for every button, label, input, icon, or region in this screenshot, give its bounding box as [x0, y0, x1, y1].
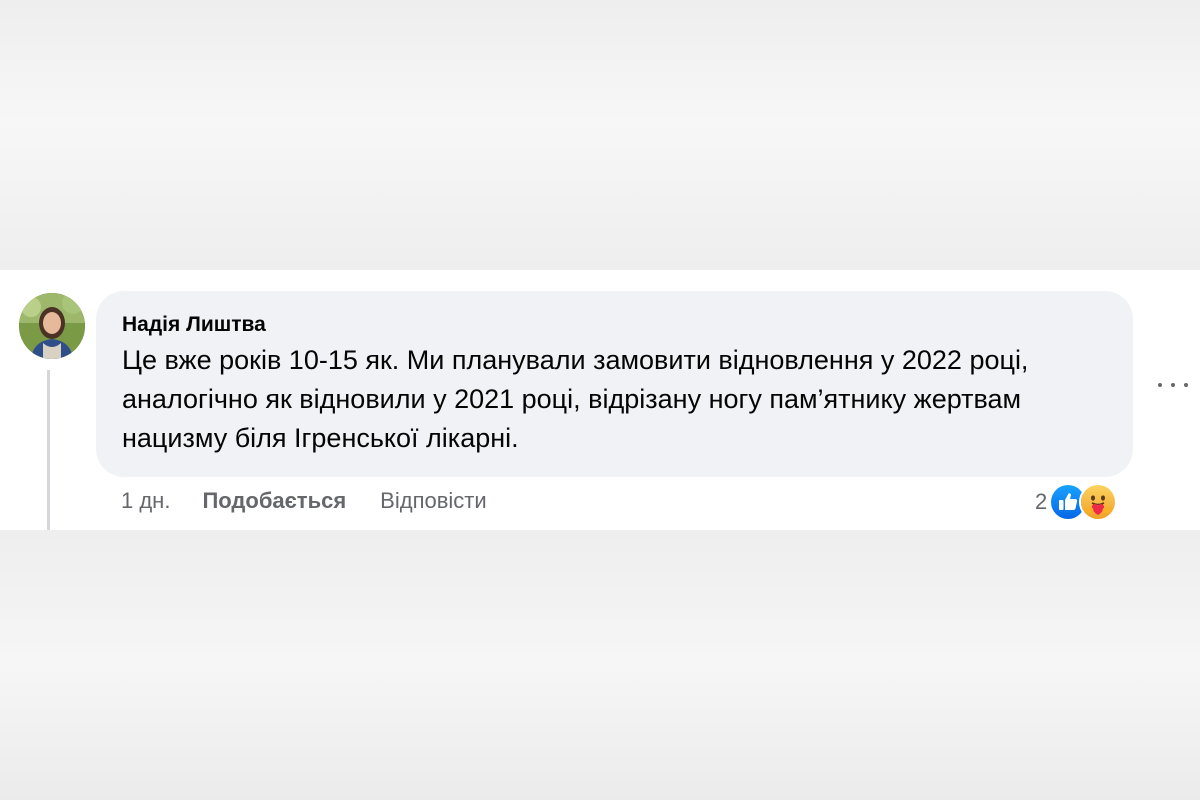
background-top: [0, 0, 1200, 270]
comment-timestamp[interactable]: 1 дн.: [121, 488, 170, 514]
comment-actions: 1 дн. Подобається Відповісти: [121, 488, 487, 514]
avatar[interactable]: [19, 293, 85, 359]
care-icon: [1079, 483, 1118, 521]
more-dot: [1158, 383, 1162, 387]
more-dot: [1171, 383, 1175, 387]
reply-button[interactable]: Відповісти: [380, 488, 487, 514]
more-dot: [1184, 383, 1188, 387]
comment-text: Це вже років 10-15 як. Ми планували замо…: [122, 345, 1029, 453]
thread-line: [47, 370, 50, 530]
like-button[interactable]: Подобається: [202, 488, 346, 514]
more-options-icon[interactable]: [1158, 374, 1188, 396]
reactions-summary[interactable]: 2: [1035, 483, 1118, 521]
comment: Надія Лиштва Це вже років 10-15 як. Ми п…: [0, 270, 1200, 530]
background-bottom: [0, 530, 1200, 800]
avatar-image: [19, 293, 85, 359]
reaction-count: 2: [1035, 489, 1048, 514]
comment-author[interactable]: Надія Лиштва: [122, 311, 1107, 339]
comment-bubble: Надія Лиштва Це вже років 10-15 як. Ми п…: [96, 291, 1133, 477]
